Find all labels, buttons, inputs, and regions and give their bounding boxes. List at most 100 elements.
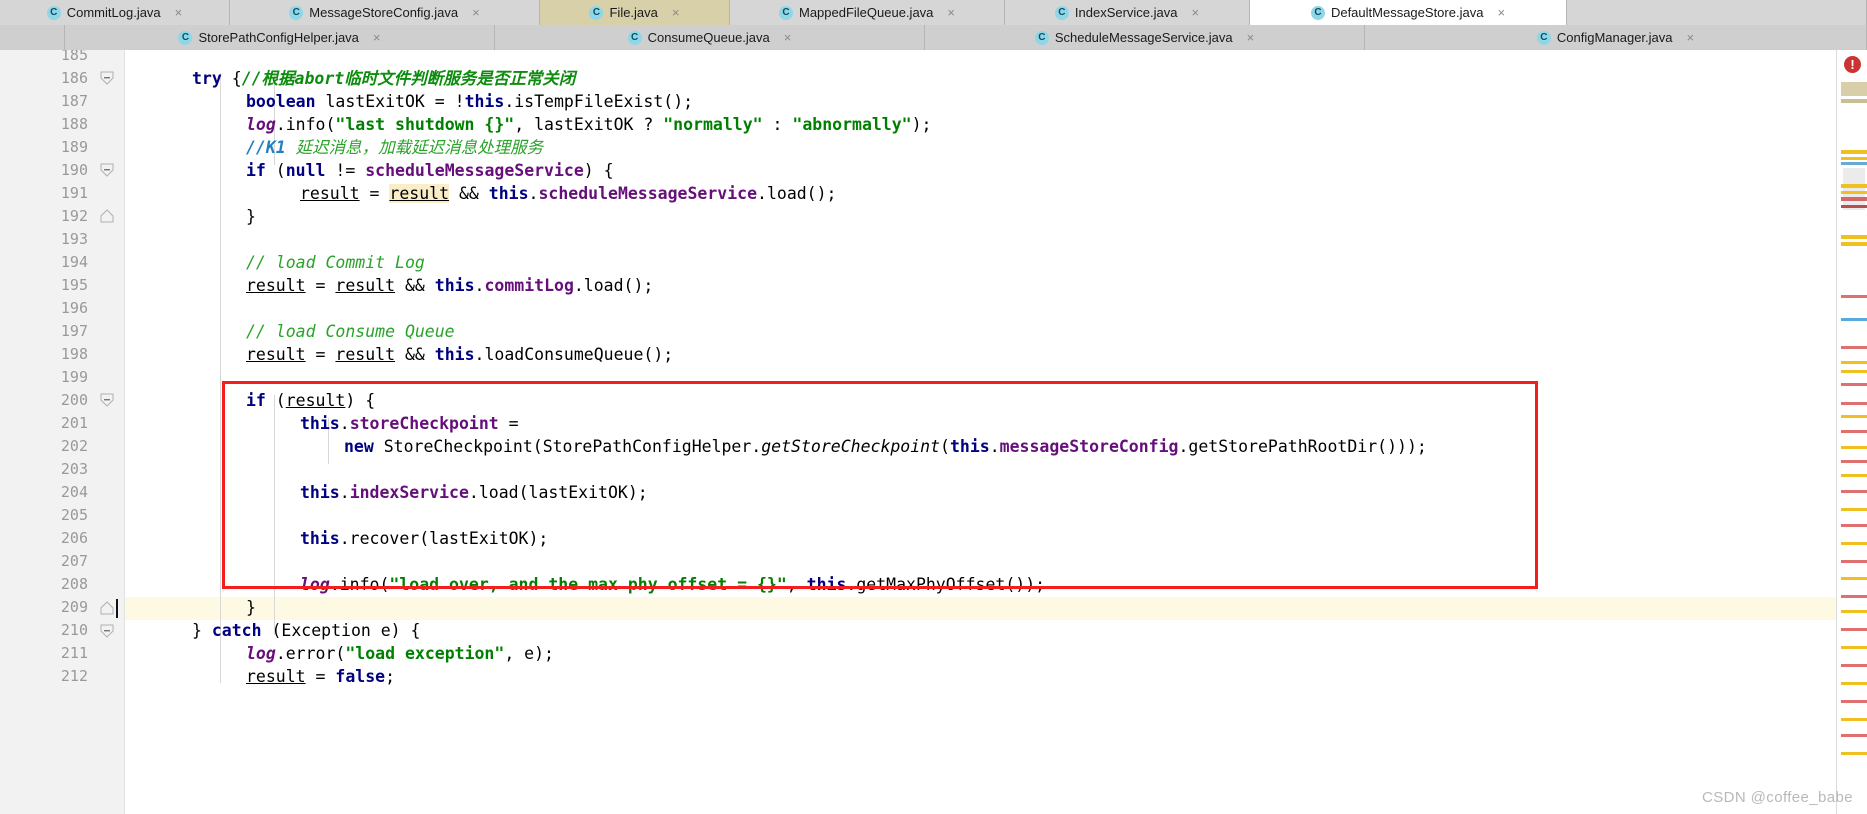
stripe-marker[interactable]: [1841, 664, 1867, 667]
code-line-193[interactable]: [124, 228, 192, 251]
stripe-marker[interactable]: [1841, 577, 1867, 580]
end-fold-icon[interactable]: [100, 601, 114, 615]
stripe-marker[interactable]: [1841, 542, 1867, 545]
code-line-198[interactable]: result = result && this.loadConsumeQueue…: [124, 343, 673, 366]
tab-indexservice-java[interactable]: C IndexService.java ×: [1005, 0, 1250, 25]
stripe-marker[interactable]: [1841, 205, 1867, 208]
code-line-195[interactable]: result = result && this.commitLog.load()…: [124, 274, 653, 297]
stripe-marker[interactable]: [1841, 430, 1867, 433]
stripe-marker[interactable]: [1841, 197, 1867, 201]
stripe-marker[interactable]: [1841, 474, 1867, 477]
line-number: 191: [60, 184, 88, 202]
stripe-marker[interactable]: [1841, 560, 1867, 563]
stripe-marker[interactable]: [1841, 157, 1867, 160]
code-line-209[interactable]: }: [124, 596, 256, 619]
stripe-marker[interactable]: [1841, 415, 1867, 418]
code-line-192[interactable]: }: [124, 205, 256, 228]
close-icon[interactable]: ×: [1687, 30, 1695, 45]
code-line-200[interactable]: if (result) {: [124, 389, 375, 412]
code-line-211[interactable]: log.error("load exception", e);: [124, 642, 554, 665]
close-icon[interactable]: ×: [373, 30, 381, 45]
stripe-marker[interactable]: [1841, 235, 1867, 239]
code-line-208[interactable]: log.info("load over, and the max phy off…: [124, 573, 1045, 596]
code-line-186[interactable]: try {//根据abort临时文件判断服务是否正常关闭: [124, 67, 575, 90]
code-line-212[interactable]: result = false;: [124, 665, 395, 688]
close-icon[interactable]: ×: [784, 30, 792, 45]
stripe-marker[interactable]: [1841, 490, 1867, 493]
stripe-marker[interactable]: [1841, 718, 1867, 721]
stripe-marker[interactable]: [1841, 524, 1867, 527]
minus-fold-icon[interactable]: [100, 393, 114, 407]
code-line-202[interactable]: new StoreCheckpoint(StorePathConfigHelpe…: [124, 435, 1427, 458]
stripe-marker[interactable]: [1841, 184, 1867, 188]
code-line-199[interactable]: [124, 366, 192, 389]
error-stripe-marker-bar[interactable]: !: [1836, 50, 1867, 814]
stripe-marker[interactable]: [1841, 734, 1867, 737]
error-count-icon[interactable]: !: [1844, 56, 1861, 73]
stripe-marker[interactable]: [1841, 446, 1867, 449]
code-line-206[interactable]: this.recover(lastExitOK);: [124, 527, 548, 550]
code-line-197[interactable]: // load Consume Queue: [124, 320, 455, 343]
tab-commitlog-java[interactable]: C CommitLog.java ×: [0, 0, 230, 25]
stripe-marker[interactable]: [1841, 162, 1867, 165]
code-line-196[interactable]: [124, 297, 192, 320]
code-line-185[interactable]: [124, 50, 192, 67]
close-icon[interactable]: ×: [1497, 5, 1505, 20]
stripe-marker[interactable]: [1841, 150, 1867, 154]
code-editor[interactable]: 185 186 187 188 189 190 191 192 193 194 …: [0, 50, 1867, 814]
code-line-187[interactable]: boolean lastExitOK = !this.isTempFileExi…: [124, 90, 693, 113]
stripe-marker[interactable]: [1841, 242, 1867, 246]
tab-mappedfilequeue-java[interactable]: C MappedFileQueue.java ×: [730, 0, 1005, 25]
tab-file-java[interactable]: C File.java ×: [540, 0, 730, 25]
tab-defaultmessagestore-java[interactable]: C DefaultMessageStore.java ×: [1250, 0, 1567, 25]
stripe-marker[interactable]: [1841, 752, 1867, 755]
code-line-191[interactable]: result = result && this.scheduleMessageS…: [124, 182, 837, 205]
minus-fold-icon[interactable]: [100, 624, 114, 638]
close-icon[interactable]: ×: [1247, 30, 1255, 45]
stripe-marker[interactable]: [1841, 700, 1867, 703]
stripe-marker[interactable]: [1841, 318, 1867, 321]
stripe-marker[interactable]: [1841, 595, 1867, 598]
scrollbar-thumb[interactable]: [1843, 168, 1865, 210]
stripe-marker[interactable]: [1841, 99, 1867, 103]
minus-fold-icon[interactable]: [100, 71, 114, 85]
stripe-marker[interactable]: [1841, 508, 1867, 511]
code-line-188[interactable]: log.info("last shutdown {}", lastExitOK …: [124, 113, 932, 136]
code-line-207[interactable]: [124, 550, 192, 573]
tab-configmanager-java[interactable]: C ConfigManager.java ×: [1365, 25, 1867, 50]
stripe-marker[interactable]: [1841, 610, 1867, 613]
close-icon[interactable]: ×: [672, 5, 680, 20]
stripe-marker[interactable]: [1841, 646, 1867, 649]
stripe-marker[interactable]: [1841, 370, 1867, 373]
code-folding-gutter[interactable]: [96, 50, 124, 814]
close-icon[interactable]: ×: [947, 5, 955, 20]
code-text-area[interactable]: try {//根据abort临时文件判断服务是否正常关闭 boolean las…: [124, 50, 1837, 814]
stripe-marker[interactable]: [1841, 361, 1867, 364]
code-line-203[interactable]: [124, 458, 192, 481]
stripe-marker[interactable]: [1841, 383, 1867, 386]
tab-storepathconfighelper-java[interactable]: C StorePathConfigHelper.java ×: [65, 25, 495, 50]
code-line-210[interactable]: } catch (Exception e) {: [124, 619, 421, 642]
code-line-194[interactable]: // load Commit Log: [124, 251, 425, 274]
code-line-201[interactable]: this.storeCheckpoint =: [124, 412, 519, 435]
close-icon[interactable]: ×: [1192, 5, 1200, 20]
end-fold-icon[interactable]: [100, 209, 114, 223]
stripe-marker[interactable]: [1841, 682, 1867, 685]
tab-schedulemessageservice-java[interactable]: C ScheduleMessageService.java ×: [925, 25, 1365, 50]
code-line-204[interactable]: this.indexService.load(lastExitOK);: [124, 481, 648, 504]
minus-fold-icon[interactable]: [100, 163, 114, 177]
stripe-marker[interactable]: [1841, 191, 1867, 194]
close-icon[interactable]: ×: [472, 5, 480, 20]
stripe-marker[interactable]: [1841, 402, 1867, 405]
stripe-marker[interactable]: [1841, 346, 1867, 349]
stripe-marker[interactable]: [1841, 460, 1867, 463]
tab-consumequeue-java[interactable]: C ConsumeQueue.java ×: [495, 25, 925, 50]
tab-messagestoreconfig-java[interactable]: C MessageStoreConfig.java ×: [230, 0, 540, 25]
close-icon[interactable]: ×: [175, 5, 183, 20]
stripe-marker[interactable]: [1841, 82, 1867, 96]
stripe-marker[interactable]: [1841, 628, 1867, 631]
code-line-205[interactable]: [124, 504, 192, 527]
code-line-189[interactable]: //K1 延迟消息，加载延迟消息处理服务: [124, 136, 543, 159]
stripe-marker[interactable]: [1841, 295, 1867, 298]
code-line-190[interactable]: if (null != scheduleMessageService) {: [124, 159, 614, 182]
